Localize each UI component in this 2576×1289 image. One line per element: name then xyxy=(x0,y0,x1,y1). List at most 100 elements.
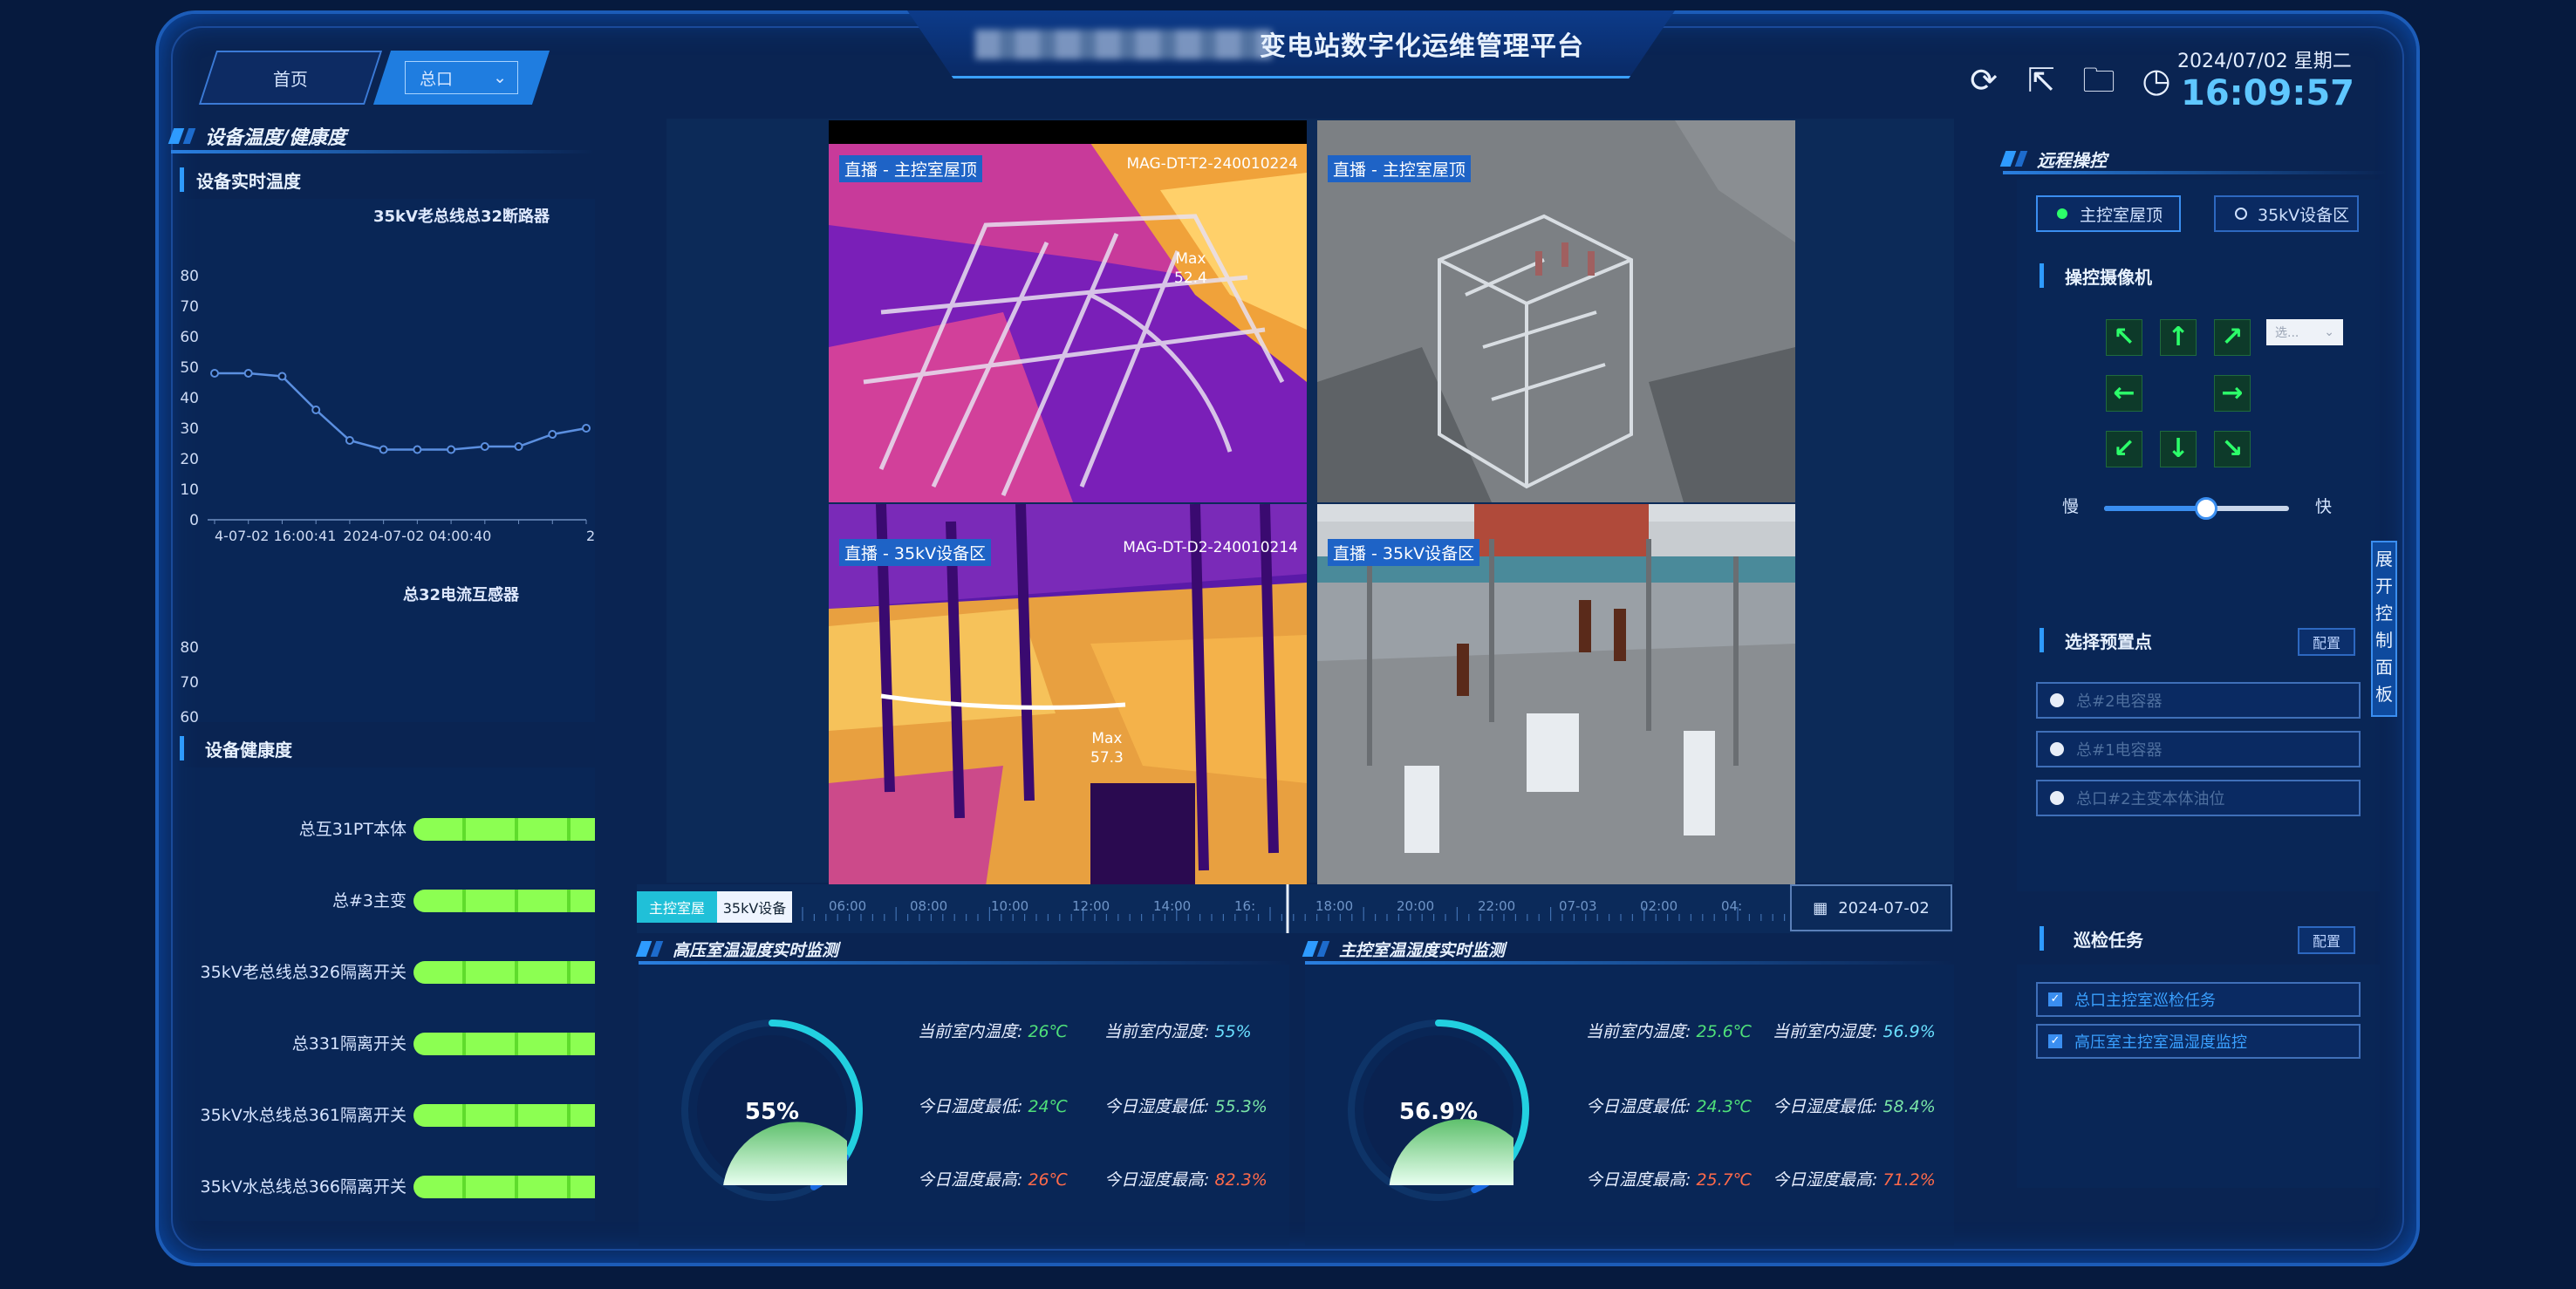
preset-item[interactable]: 总#2电容器 xyxy=(2036,682,2361,719)
video3-label: 直播 - 35kV设备区 xyxy=(839,539,992,566)
x-tick-label: 4-07-02 16:00:41 xyxy=(215,528,336,544)
video-thermal-1[interactable]: 直播 - 主控室屋顶 MAG-DT-T2-240010224 Max 52.4 xyxy=(829,120,1307,502)
arrow-up-right-icon[interactable]: ↗ xyxy=(2214,319,2251,356)
timeline-tab-35kv[interactable]: 35kV设备 xyxy=(717,891,792,923)
data-point xyxy=(480,442,489,451)
section-equipment-title: 设备温度/健康度 xyxy=(167,122,346,150)
y-tick-label: 30 xyxy=(180,420,199,438)
speed-fast-label: 快 xyxy=(2315,497,2333,516)
health-item-label: 35kV水总线总366隔离开关 xyxy=(200,1177,407,1197)
data-point xyxy=(413,445,422,454)
timeline-scale[interactable] xyxy=(794,884,1945,933)
video-visible-1[interactable]: 直播 - 主控室屋顶 xyxy=(1317,120,1795,502)
x-tick-label: 2024-07-02 04:00:40 xyxy=(343,528,491,544)
health-bar-fill xyxy=(413,1033,595,1055)
main-min-temp: 今日温度最低: 24.3℃ xyxy=(1586,1097,1753,1116)
task-item[interactable]: ✓ 高压室主控室温湿度监控 xyxy=(2036,1024,2361,1059)
refresh-icon[interactable]: ⟳ xyxy=(1964,61,2003,99)
remote-control-underline xyxy=(2003,171,2387,174)
hv-max-hum: 今日湿度最高: 82.3% xyxy=(1104,1170,1268,1190)
timeline-tick-label: 20:00 xyxy=(1397,898,1435,914)
main-min-hum: 今日湿度最低: 58.4% xyxy=(1773,1097,1936,1116)
calendar-icon: ▦ xyxy=(1813,898,1828,917)
area-radio-35kv[interactable]: 35kV设备区 xyxy=(2214,195,2359,232)
radio-selected-icon xyxy=(2057,208,2067,219)
timeline-tab-main[interactable]: 主控室屋 xyxy=(637,891,717,923)
arrow-down-icon[interactable]: ↓ xyxy=(2160,431,2197,467)
timeline-tick-label: 18:00 xyxy=(1315,898,1354,914)
health-bar-fill xyxy=(413,1176,595,1198)
preset-config-button[interactable]: 配置 xyxy=(2298,628,2355,656)
temp-line-chart: 0 10 20 30 40 50 60 70 80 4-07-02 16:00:41 2024-07… xyxy=(180,268,595,544)
date-picker-value: 2024-07-02 xyxy=(1838,898,1930,917)
data-point xyxy=(210,369,219,378)
expand-control-panel-button[interactable]: 展开控制面板 xyxy=(2371,541,2397,717)
main-cur-temp: 当前室内温度: 25.6℃ xyxy=(1586,1022,1753,1041)
date-picker[interactable]: ▦ 2024-07-02 xyxy=(1790,884,1952,931)
video-visible-2[interactable]: 直播 - 35kV设备区 xyxy=(1317,504,1795,886)
health-bar-fill xyxy=(413,890,595,912)
health-item-label: 总#3主变 xyxy=(331,891,407,910)
health-bar xyxy=(413,1104,595,1127)
y-tick-label: 10 xyxy=(180,481,199,499)
data-point xyxy=(548,430,557,439)
main-max-hum: 今日湿度最高: 71.2% xyxy=(1773,1170,1936,1190)
folder-icon[interactable]: 🗀 xyxy=(2080,61,2118,99)
video4-label: 直播 - 35kV设备区 xyxy=(1328,539,1480,566)
area-radio-main[interactable]: 主控室屋顶 xyxy=(2036,195,2181,232)
checkbox-checked-icon[interactable]: ✓ xyxy=(2048,1034,2062,1048)
main-monitor-title: 主控室温湿度实时监测 xyxy=(1302,935,1505,963)
preset-item[interactable]: 总口#2主变本体油位 xyxy=(2036,780,2361,816)
chevron-down-icon: ⌄ xyxy=(493,68,507,87)
data-point xyxy=(447,445,456,454)
main-max-temp: 今日温度最高: 25.7℃ xyxy=(1586,1170,1753,1190)
task-item[interactable]: ✓ 总口主控室巡检任务 xyxy=(2036,982,2361,1017)
speed-slider-track[interactable] xyxy=(2104,497,2289,520)
timeline-tick-label: 14:00 xyxy=(1153,898,1192,914)
clock-icon[interactable]: ◷ xyxy=(2137,61,2176,99)
health-bar xyxy=(413,818,595,841)
health-bar-fill xyxy=(413,961,595,984)
station-select[interactable]: 总口 ⌄ xyxy=(372,51,550,105)
remote-control-title: 远程操控 xyxy=(1999,145,2107,173)
video3-max-marker: Max 57.3 xyxy=(1090,730,1124,767)
health-bar-fill xyxy=(413,818,595,841)
health-item-label: 总331隔离开关 xyxy=(291,1034,407,1054)
preset-item[interactable]: 总#1电容器 xyxy=(2036,731,2361,767)
data-point xyxy=(243,369,253,378)
chevron-down-icon: ⌄ xyxy=(2324,325,2334,339)
y-tick-label: 0 xyxy=(189,512,199,529)
camera-control-title: 操控摄像机 xyxy=(2040,263,2152,288)
timeline-tick-label: 04: xyxy=(1721,898,1743,914)
video-thermal-2[interactable]: 直播 - 35kV设备区 MAG-DT-D2-240010214 Max 57.3 xyxy=(829,504,1307,886)
radio-empty-icon xyxy=(2050,742,2064,756)
realtime-temp-title: 设备实时温度 xyxy=(180,167,301,192)
y-tick-label: 80 xyxy=(180,639,199,657)
y-tick-label: 40 xyxy=(180,390,199,407)
data-point xyxy=(345,436,354,445)
checkbox-checked-icon[interactable]: ✓ xyxy=(2048,992,2062,1006)
radio-empty-icon xyxy=(2050,693,2064,707)
timeline-tick-label: 07-03 xyxy=(1559,898,1597,914)
speed-select[interactable]: 选... ⌄ xyxy=(2266,319,2343,345)
speed-slider-fill xyxy=(2104,506,2206,511)
tab-home[interactable]: 首页 xyxy=(198,51,383,105)
health-bar xyxy=(413,961,595,984)
section-underline xyxy=(171,150,595,153)
main-humidity-gauge: 56.9% xyxy=(1348,1020,1529,1201)
playback-timeline[interactable]: 主控室屋 35kV设备 06:00 08:00 10:00 12:00 14:00 16:… xyxy=(637,884,1952,933)
preset-title: 选择预置点 xyxy=(2040,628,2152,652)
chart1-title: 35kV老总线总32断路器 xyxy=(373,208,550,226)
arrow-left-icon[interactable]: ← xyxy=(2106,375,2142,412)
arrow-down-right-icon[interactable]: ↘ xyxy=(2214,431,2251,467)
arrow-up-left-icon[interactable]: ↖ xyxy=(2106,319,2142,356)
arrow-right-icon[interactable]: → xyxy=(2214,375,2251,412)
speed-slow-label: 慢 xyxy=(2062,497,2080,516)
arrow-up-icon[interactable]: ↑ xyxy=(2160,319,2197,356)
speed-slider-knob[interactable] xyxy=(2194,497,2217,520)
timeline-tick-label: 02:00 xyxy=(1640,898,1678,914)
hv-min-temp: 今日温度最低: 24℃ xyxy=(918,1097,1068,1116)
arrow-down-left-icon[interactable]: ↙ xyxy=(2106,431,2142,467)
export-icon[interactable]: ⇱ xyxy=(2022,61,2060,99)
task-config-button[interactable]: 配置 xyxy=(2298,926,2355,954)
